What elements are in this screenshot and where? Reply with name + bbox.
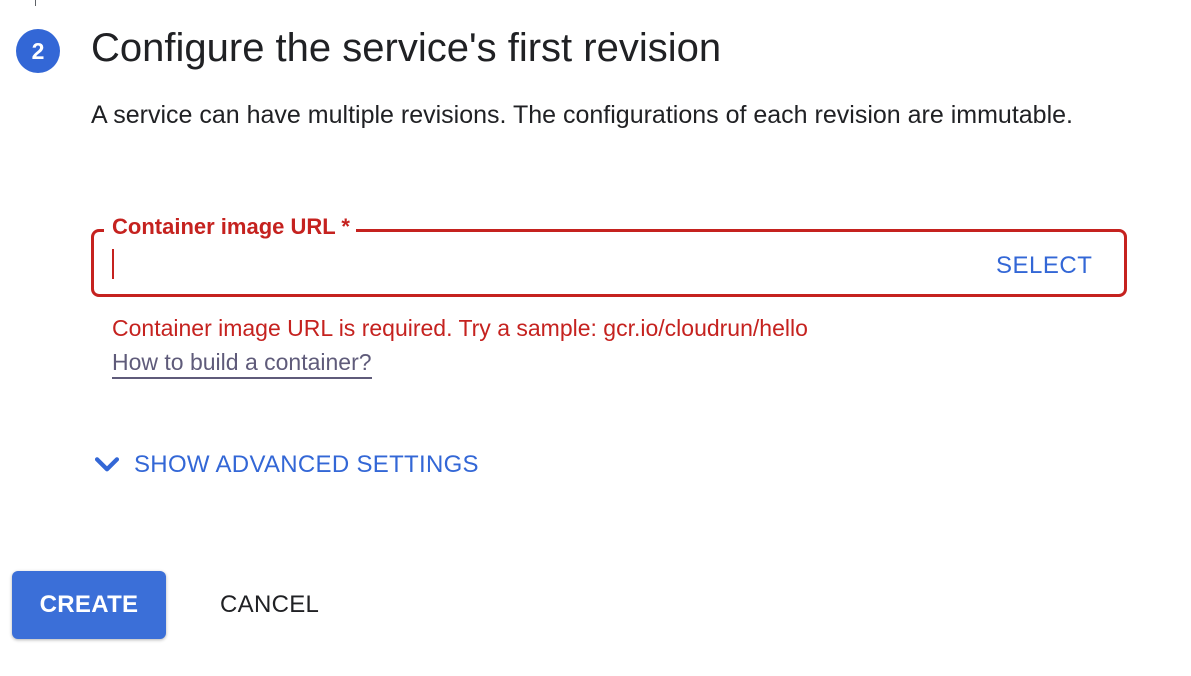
step-title: Configure the service's first revision [91, 26, 722, 70]
create-button[interactable]: CREATE [12, 571, 166, 639]
how-to-build-container-link[interactable]: How to build a container? [112, 347, 372, 379]
step-description: A service can have multiple revisions. T… [91, 101, 1073, 129]
cancel-button[interactable]: CANCEL [206, 571, 333, 639]
advanced-settings-label: SHOW ADVANCED SETTINGS [134, 451, 479, 478]
container-image-url-label: Container image URL * [104, 213, 356, 241]
chevron-down-icon [94, 457, 120, 472]
select-button[interactable]: SELECT [984, 247, 1104, 285]
text-caret [112, 249, 114, 279]
field-error-message: Container image URL is required. Try a s… [112, 315, 808, 341]
step-number-badge: 2 [16, 29, 60, 73]
divider-tick [35, 0, 36, 6]
container-image-url-input[interactable] [111, 246, 971, 284]
show-advanced-settings-button[interactable]: SHOW ADVANCED SETTINGS [84, 446, 485, 484]
